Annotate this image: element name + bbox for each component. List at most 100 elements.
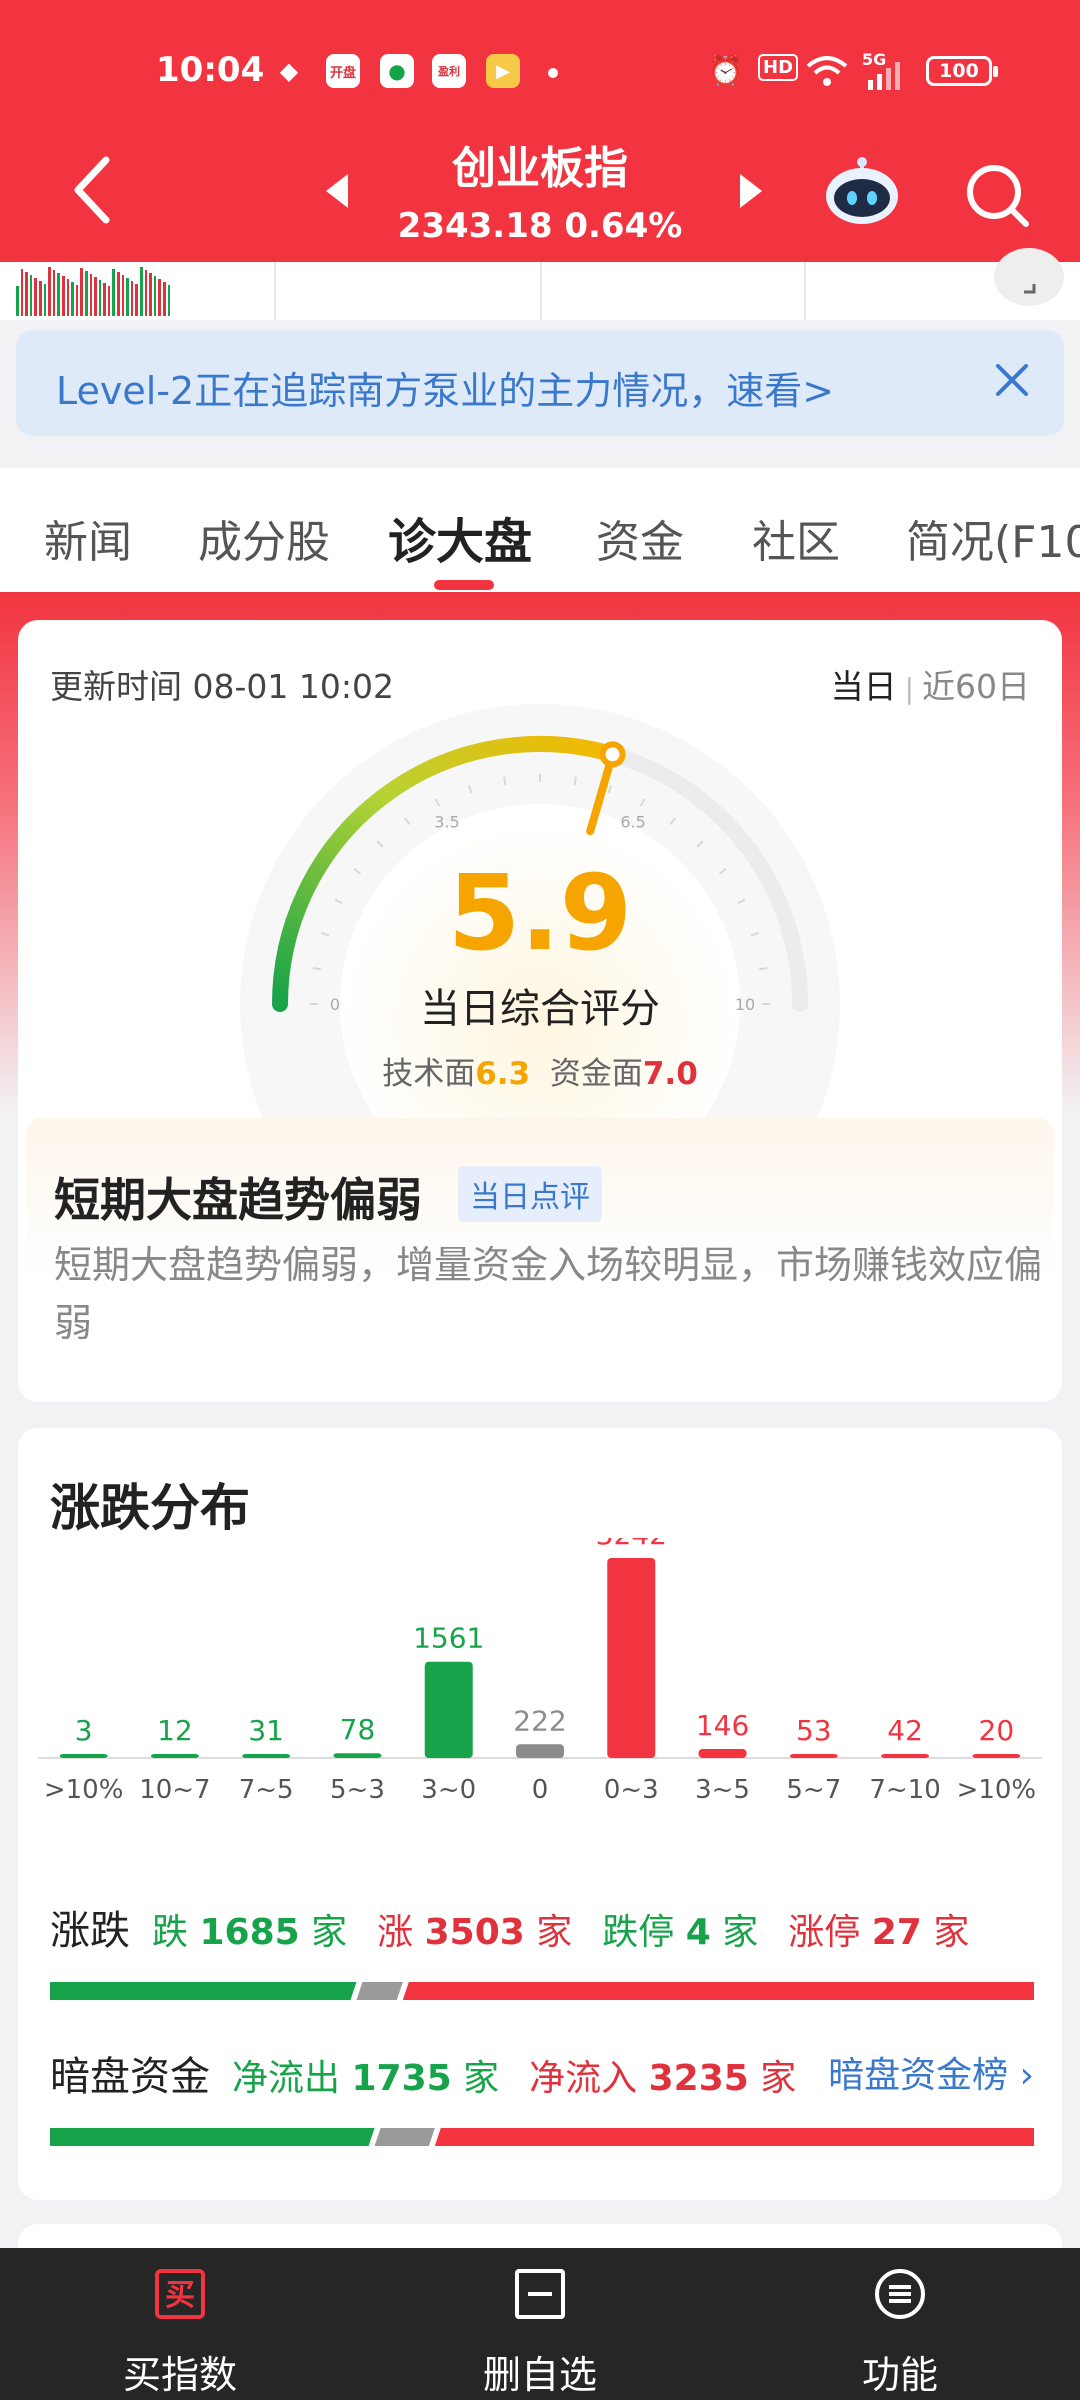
net-inflow: 净流入 3235 家 <box>529 2058 796 2099</box>
volume-bar <box>94 277 97 316</box>
tab-news[interactable]: 新闻 <box>44 506 132 570</box>
chart-category-label: >10% <box>957 1775 1037 1805</box>
volume-bar <box>103 283 106 316</box>
volume-bar <box>163 282 166 316</box>
chart-bar <box>333 1753 382 1758</box>
inflow-value: 3235 <box>648 2058 749 2099</box>
remove-watchlist-icon <box>515 2269 565 2319</box>
limit-down-count: 跌停 4 家 <box>602 1912 758 1953</box>
ratio-segment-green <box>50 1982 357 2000</box>
chart-bar <box>59 1754 108 1758</box>
inflow-unit: 家 <box>760 2058 797 2099</box>
volume-bar <box>153 276 157 316</box>
search-icon[interactable] <box>962 160 1032 230</box>
limit-down-label: 跌停 <box>602 1912 675 1953</box>
next-index-icon[interactable] <box>730 168 770 214</box>
rise-fall-label: 涨跌 <box>50 1908 130 1954</box>
chart-category-label: >10% <box>44 1775 124 1805</box>
gauge-minor-tick <box>503 776 507 785</box>
period-60day-option[interactable]: 近60日 <box>922 667 1030 706</box>
chart-bar <box>972 1754 1021 1758</box>
gauge-tick-label: 6.5 <box>620 812 645 831</box>
limit-up-count: 涨停 27 家 <box>788 1912 969 1953</box>
chart-category-label: 0~3 <box>604 1775 659 1805</box>
volume-bars <box>16 266 170 316</box>
app-header: 10:04 ◆ 开盘 ● 盈利 ▶ ⏰ HD 5G 100 创业板指 2343.… <box>0 0 1080 262</box>
volume-bar <box>167 285 170 316</box>
chart-bar <box>242 1754 291 1758</box>
remove-watchlist-button[interactable]: 删自选 <box>360 2248 720 2400</box>
battery-indicator: 100 <box>926 56 998 86</box>
index-price: 2343.18 <box>397 206 553 246</box>
chart-data-label: 53 <box>796 1714 832 1747</box>
video-app-icon: ▶ <box>486 54 520 88</box>
outflow-label: 净流出 <box>232 2058 341 2099</box>
volume-bar <box>48 267 51 316</box>
gauge-tick-label: 3.5 <box>434 812 459 831</box>
fall-count: 跌 1685 家 <box>152 1912 347 1953</box>
tab-profile-f10[interactable]: 简况(F10) <box>906 506 1080 570</box>
volume-bar <box>57 273 60 316</box>
chart-data-label: 3242 <box>596 1538 667 1551</box>
composite-score-label: 当日综合评分 <box>420 986 660 1032</box>
menu-icon <box>875 2269 925 2319</box>
level2-banner[interactable]: Level-2正在追踪南方泵业的主力情况，速看> <box>16 330 1064 436</box>
limit-down-value: 4 <box>685 1912 711 1953</box>
limit-up-label: 涨停 <box>788 1912 861 1953</box>
period-day-option[interactable]: 当日 <box>831 667 897 706</box>
fall-unit: 家 <box>311 1912 348 1953</box>
volume-bar <box>117 272 120 316</box>
gauge-minor-tick <box>573 776 577 785</box>
function-menu-button[interactable]: 功能 <box>720 2248 1080 2400</box>
ratio-segment-grey <box>356 1982 403 2000</box>
inflow-label: 净流入 <box>529 2058 638 2099</box>
back-arrow-icon[interactable] <box>64 150 124 230</box>
close-icon[interactable] <box>990 358 1034 402</box>
function-menu-label[interactable]: 功能 <box>720 2344 1080 2399</box>
wifi-icon <box>806 56 848 86</box>
dark-fund-rank-link[interactable]: 暗盘资金榜 › <box>828 2046 1034 2098</box>
chart-category-label: 5~7 <box>786 1775 841 1805</box>
buy-index-label[interactable]: 买指数 <box>0 2344 360 2399</box>
chart-data-label: 1561 <box>413 1622 484 1655</box>
comment-title: 短期大盘趋势偏弱 <box>54 1173 422 1227</box>
volume-bar <box>43 284 47 316</box>
volume-bar <box>89 274 93 316</box>
rise-label: 涨 <box>377 1912 414 1953</box>
buy-index-button[interactable]: 买 买指数 <box>0 2248 360 2400</box>
rise-fall-row: 涨跌跌 1685 家涨 3503 家跌停 4 家涨停 27 家 <box>50 1898 999 1956</box>
volume-bar <box>121 275 125 316</box>
volume-bar <box>34 278 37 316</box>
fund-score-label: 资金面 <box>549 1056 643 1092</box>
volume-bar <box>149 273 152 316</box>
fund-score-value: 7.0 <box>642 1056 698 1092</box>
tab-community[interactable]: 社区 <box>752 506 840 570</box>
remove-watchlist-label[interactable]: 删自选 <box>360 2344 720 2399</box>
rise-count: 涨 3503 家 <box>377 1912 572 1953</box>
index-change: 0.64% <box>564 206 683 246</box>
chevron-right-icon: › <box>1019 2055 1034 2096</box>
daily-comment: 短期大盘趋势偏弱 当日点评 短期大盘趋势偏弱，增量资金入场较明显，市场赚钱效应偏… <box>26 1118 1054 1388</box>
volume-bar <box>61 276 65 316</box>
expand-chart-button[interactable] <box>994 248 1064 306</box>
page-title: 创业板指 <box>452 143 628 194</box>
tab-funds[interactable]: 资金 <box>596 506 684 570</box>
volume-bar <box>112 269 116 316</box>
tab-market-diagnosis[interactable]: 诊大盘 <box>388 502 532 572</box>
period-switch: 当日 | 近60日 <box>831 660 1030 708</box>
profit-app-icon: 盈利 <box>432 54 466 88</box>
chart-category-label: 3~5 <box>695 1775 750 1805</box>
volume-bar <box>126 278 129 316</box>
ai-assistant-icon[interactable] <box>822 154 902 226</box>
needle-knob <box>599 741 626 768</box>
expand-icon <box>1024 284 1036 294</box>
chart-category-label: 0 <box>532 1775 549 1805</box>
banner-text[interactable]: Level-2正在追踪南方泵业的主力情况，速看> <box>56 360 834 415</box>
chart-data-label: 42 <box>887 1714 923 1747</box>
buy-icon-text: 买 <box>165 2278 195 2313</box>
tab-constituents[interactable]: 成分股 <box>198 506 330 570</box>
outflow-value: 1735 <box>351 2058 452 2099</box>
rank-link-label[interactable]: 暗盘资金榜 <box>828 2055 1008 2096</box>
net-outflow: 净流出 1735 家 <box>232 2058 499 2099</box>
buy-icon: 买 <box>155 2269 205 2319</box>
